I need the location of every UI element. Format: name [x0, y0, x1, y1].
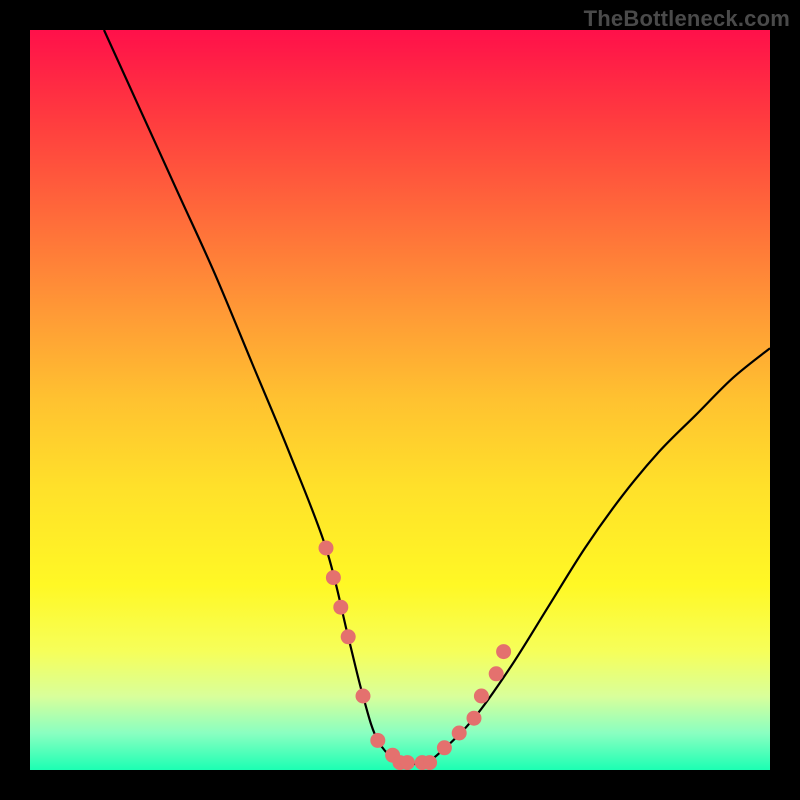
curve-marker [319, 541, 333, 555]
curve-marker [371, 733, 385, 747]
curve-marker [452, 726, 466, 740]
curve-marker [423, 756, 437, 770]
curve-marker [437, 741, 451, 755]
chart-plot-area [30, 30, 770, 770]
curve-marker [341, 630, 355, 644]
curve-marker [326, 571, 340, 585]
curve-markers [319, 541, 511, 770]
curve-marker [489, 667, 503, 681]
bottleneck-curve-chart [30, 30, 770, 770]
curve-marker [497, 645, 511, 659]
curve-marker [474, 689, 488, 703]
watermark-label: TheBottleneck.com [584, 6, 790, 32]
curve-line [104, 30, 770, 765]
curve-marker [356, 689, 370, 703]
curve-marker [334, 600, 348, 614]
curve-marker [467, 711, 481, 725]
curve-marker [400, 756, 414, 770]
